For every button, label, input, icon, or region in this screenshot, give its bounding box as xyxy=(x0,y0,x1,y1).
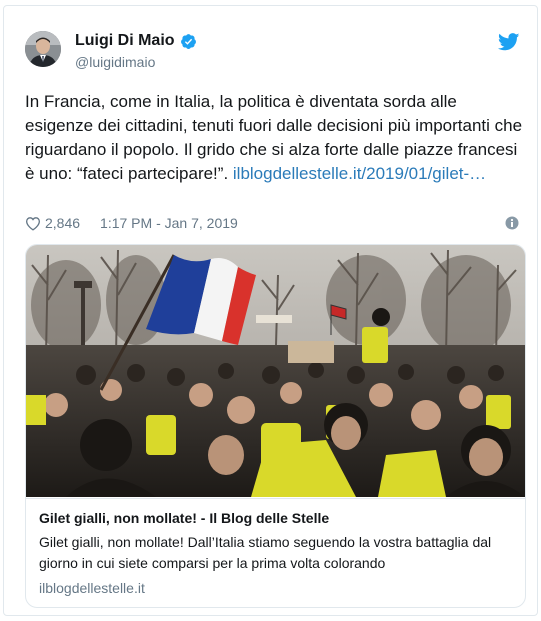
link-preview-card[interactable]: Gilet gialli, non mollate! - Il Blog del… xyxy=(25,244,526,608)
display-name[interactable]: Luigi Di Maio xyxy=(75,32,175,50)
avatar[interactable] xyxy=(25,31,61,67)
card-title[interactable]: Gilet gialli, non mollate! - Il Blog del… xyxy=(39,510,329,526)
user-handle[interactable]: @luigidimaio xyxy=(75,54,155,70)
tweet-embed: Luigi Di Maio @luigidimaio In Francia, c… xyxy=(3,5,538,616)
tweet-meta: 2,846 1:17 PM - Jan 7, 2019 xyxy=(25,213,525,233)
timestamp[interactable]: 1:17 PM - Jan 7, 2019 xyxy=(100,215,238,231)
card-text[interactable]: Gilet gialli, non mollate! - Il Blog del… xyxy=(26,498,525,607)
twitter-bird-icon[interactable] xyxy=(497,33,520,51)
card-description: Gilet gialli, non mollate! Dall’Italia s… xyxy=(39,534,492,571)
card-image[interactable] xyxy=(26,245,525,497)
tweet-text: In Francia, come in Italia, la politica … xyxy=(25,90,525,186)
name-row: Luigi Di Maio xyxy=(75,32,197,50)
heart-icon[interactable] xyxy=(25,216,41,231)
verified-badge-icon xyxy=(180,33,197,50)
tweet-link[interactable]: ilblogdellestelle.it/2019/01/gilet-… xyxy=(233,164,486,183)
like-count[interactable]: 2,846 xyxy=(45,215,80,231)
info-icon[interactable] xyxy=(505,216,519,230)
card-domain: ilblogdellestelle.it xyxy=(39,580,145,596)
